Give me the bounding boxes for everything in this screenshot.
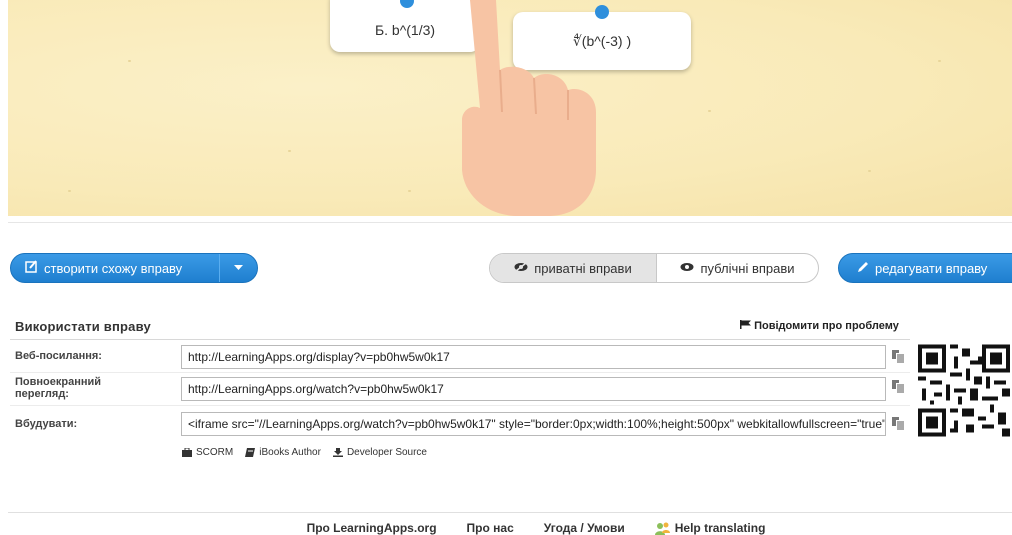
help-translating-label: Help translating <box>674 521 766 535</box>
visibility-toggle[interactable]: приватні вправи публічні вправи <box>489 253 819 283</box>
background-speck <box>128 60 131 62</box>
use-exercise-title: Використати вправу <box>15 319 151 334</box>
scorm-export-link[interactable]: SCORM <box>182 447 233 458</box>
eye-slash-icon <box>514 261 528 275</box>
developer-source-label: Developer Source <box>346 447 427 458</box>
background-speck <box>868 170 871 172</box>
background-speck <box>408 190 411 192</box>
pencil-icon <box>857 261 869 276</box>
footer: Про LearningApps.org Про нас Угода / Умо… <box>0 521 1012 535</box>
embed-label: Вбудувати: <box>15 418 78 430</box>
create-similar-button[interactable]: створити схожу вправу <box>10 253 258 283</box>
edit-exercise-label: редагувати вправу <box>875 260 988 276</box>
report-problem-link[interactable]: Повідомити про проблему <box>740 320 899 332</box>
divider <box>10 372 910 373</box>
translate-people-icon <box>654 522 670 535</box>
background-speck <box>708 110 711 112</box>
footer-help-translating-link[interactable]: Help translating <box>654 521 766 535</box>
flag-icon <box>740 320 754 332</box>
web-link-field[interactable]: http://LearningApps.org/display?v=pb0hw5… <box>181 345 886 369</box>
ibooks-label: iBooks Author <box>259 447 321 458</box>
report-problem-label: Повідомити про проблему <box>754 320 899 332</box>
divider <box>8 222 1012 223</box>
background-speck <box>288 150 291 152</box>
footer-about-link[interactable]: Про LearningApps.org <box>307 521 437 535</box>
divider <box>10 339 910 340</box>
create-similar-label: створити схожу вправу <box>44 260 183 276</box>
divider <box>8 512 1012 513</box>
create-dropdown-toggle[interactable] <box>219 254 257 282</box>
answer-card-text: Б. b^(1/3) <box>374 22 436 38</box>
copy-icon[interactable] <box>892 350 905 364</box>
download-icon <box>332 448 343 457</box>
web-link-label: Веб-посилання: <box>15 350 102 362</box>
copy-icon[interactable] <box>892 417 905 431</box>
footer-terms-link[interactable]: Угода / Умови <box>544 521 625 535</box>
public-exercises-button[interactable]: публічні вправи <box>657 254 818 282</box>
exercise-preview[interactable]: Б. b^(1/3) ∜(b^(-3) ) <box>8 0 1012 216</box>
background-speck <box>68 190 71 192</box>
scorm-label: SCORM <box>196 447 234 458</box>
briefcase-icon <box>182 448 192 457</box>
qr-code <box>918 344 1010 437</box>
background-speck <box>938 60 941 62</box>
ibooks-export-link[interactable]: iBooks Author <box>245 447 321 458</box>
eye-icon <box>680 261 694 275</box>
developer-source-link[interactable]: Developer Source <box>332 447 427 458</box>
fullscreen-link-field[interactable]: http://LearningApps.org/watch?v=pb0hw5w0… <box>181 377 886 401</box>
divider <box>10 405 910 406</box>
private-exercises-button[interactable]: приватні вправи <box>490 254 657 282</box>
book-icon <box>245 448 256 457</box>
private-exercises-label: приватні вправи <box>534 260 632 276</box>
edit-square-icon <box>25 260 38 276</box>
fullscreen-link-label: Повноекранний перегляд: <box>15 376 102 400</box>
footer-about-us-link[interactable]: Про нас <box>467 521 514 535</box>
edit-exercise-button[interactable]: редагувати вправу <box>838 253 1012 283</box>
pointing-hand-icon <box>462 0 596 216</box>
embed-code-field[interactable]: <iframe src="//LearningApps.org/watch?v=… <box>181 412 886 436</box>
public-exercises-label: публічні вправи <box>700 260 795 276</box>
copy-icon[interactable] <box>892 380 905 394</box>
caret-down-icon <box>234 265 243 270</box>
export-links: SCORM iBooks Author Developer Source <box>182 447 427 458</box>
